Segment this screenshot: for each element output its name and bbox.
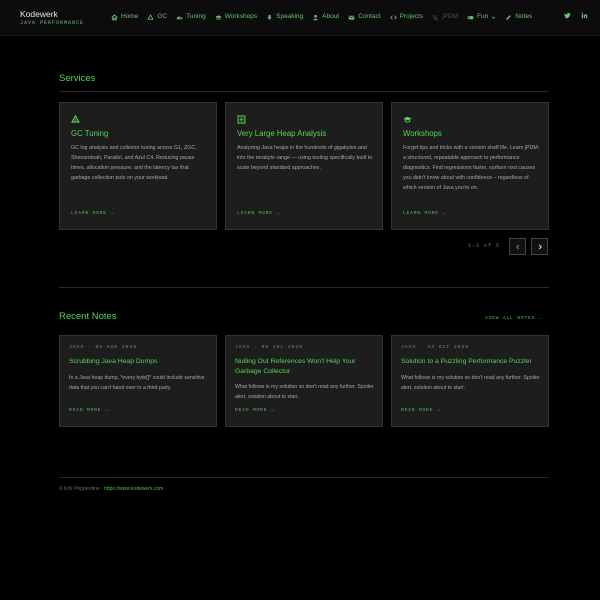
graduation-cap-icon <box>403 116 412 123</box>
note-description: In a Java heap dump, *every byte[]* coul… <box>69 375 205 391</box>
service-card-large-heap[interactable]: Very Large Heap Analysis Analyzing Java … <box>225 102 383 230</box>
pagination-status: 1–3 of 5 <box>468 243 501 249</box>
nav-item-about[interactable]: About <box>312 12 339 22</box>
note-title[interactable]: Solution to a Puzzling Performance Puzzl… <box>401 357 541 367</box>
nav-item-label: Contact <box>358 13 381 20</box>
chevron-right-icon <box>538 244 542 249</box>
envelope-icon <box>348 15 355 20</box>
note-title[interactable]: Nulling Out References Won't Help Your G… <box>235 357 375 377</box>
nav-item-label: GC <box>157 13 168 20</box>
nav-item-gc[interactable]: GC <box>147 12 167 22</box>
service-title: Very Large Heap Analysis <box>237 129 327 138</box>
read-more-link[interactable]: READ MORE → <box>235 408 274 413</box>
nav-item-contact[interactable]: Contact <box>348 12 381 22</box>
nav-item-fun[interactable]: Fun <box>467 12 496 22</box>
user-icon <box>313 14 319 20</box>
previous-page-button[interactable] <box>509 238 526 255</box>
home-icon <box>111 13 118 20</box>
learn-more-link[interactable]: LEARN MORE → <box>71 211 114 216</box>
service-description: GC log analysis and collector tuning acr… <box>71 145 197 181</box>
nav-item-label: Workshops <box>224 13 258 20</box>
divider <box>59 477 549 478</box>
nav-item-jpdm[interactable]: jPDM <box>432 12 458 22</box>
services-heading: Services <box>59 73 96 84</box>
note-meta: JAVA · 09 AUG 2026 <box>69 345 138 350</box>
navbar: Kodewerk JAVA PERFORMANCE Home GC Tuning… <box>0 0 600 36</box>
note-card[interactable]: JAVA · 09 AUG 2026 Scrubbing Java Heap D… <box>59 335 217 427</box>
recycle-icon <box>147 13 155 20</box>
main-nav: Home GC Tuning Workshops Speaking About … <box>111 12 532 22</box>
view-all-notes-link[interactable]: VIEW ALL NOTES → <box>485 316 542 321</box>
nav-item-label: Projects <box>399 13 424 20</box>
twitter-icon[interactable] <box>564 12 571 19</box>
service-title: Workshops <box>403 129 442 138</box>
nav-item-projects[interactable]: Projects <box>389 12 424 22</box>
nav-item-tuning[interactable]: Tuning <box>176 12 206 22</box>
learn-more-link[interactable]: LEARN MORE → <box>237 211 280 216</box>
note-description: What follows is my solution so don't rea… <box>401 375 540 391</box>
note-card[interactable]: JAVA · 05 JUL 2026 Nulling Out Reference… <box>225 335 383 427</box>
divider <box>59 91 549 92</box>
footer: © Kirk Pepperdine · https://www.kodewerk… <box>59 486 163 492</box>
chevron-down-icon <box>491 16 496 19</box>
footer-website-link[interactable]: https://www.kodewerk.com <box>104 486 163 492</box>
nav-item-label: Fun <box>477 13 489 20</box>
service-card-workshops[interactable]: Workshops Forget tips and tricks with a … <box>391 102 549 230</box>
learn-more-link[interactable]: LEARN MORE → <box>403 211 446 216</box>
nav-item-label: jPDM <box>442 13 459 20</box>
brand-title: Kodewerk <box>20 9 58 19</box>
read-more-link[interactable]: READ MORE → <box>69 408 108 413</box>
note-description: What follows is my solution so don't rea… <box>235 384 374 400</box>
nav-item-label: About <box>322 13 340 20</box>
service-card-gc-tuning[interactable]: GC Tuning GC log analysis and collector … <box>59 102 217 230</box>
next-page-button[interactable] <box>531 238 548 255</box>
nav-item-home[interactable]: Home <box>111 12 138 22</box>
brand-logo[interactable]: Kodewerk JAVA PERFORMANCE <box>20 9 84 26</box>
footer-copyright: © Kirk Pepperdine · <box>59 486 105 492</box>
social-links <box>564 12 588 19</box>
nav-item-label: Tuning <box>186 13 206 20</box>
read-more-link[interactable]: READ MORE → <box>401 408 440 413</box>
gamepad-icon <box>467 15 474 19</box>
recent-notes-heading: Recent Notes <box>59 311 117 322</box>
nav-item-notes[interactable]: Notes <box>505 12 532 22</box>
nav-item-label: Notes <box>515 13 533 20</box>
nav-item-workshops[interactable]: Workshops <box>215 12 257 22</box>
linkedin-icon[interactable] <box>581 12 588 19</box>
service-description: Forget tips and tricks with a version sh… <box>403 145 540 191</box>
divider <box>59 287 549 288</box>
stethoscope-icon <box>433 14 439 20</box>
pencil-icon <box>506 14 512 20</box>
database-icon <box>237 115 246 124</box>
note-meta: JAVA · 13 OCT 2025 <box>401 345 470 350</box>
brand-subtitle: JAVA PERFORMANCE <box>20 20 85 26</box>
service-title: GC Tuning <box>71 129 109 138</box>
note-card[interactable]: JAVA · 13 OCT 2025 Solution to a Puzzlin… <box>391 335 549 427</box>
nav-item-label: Speaking <box>276 13 304 20</box>
code-icon <box>389 14 397 20</box>
nav-item-speaking[interactable]: Speaking <box>266 12 303 22</box>
graduation-cap-icon <box>215 14 222 20</box>
note-title[interactable]: Scrubbing Java Heap Dumps <box>69 357 209 367</box>
chevron-left-icon <box>515 244 519 249</box>
recycle-icon <box>71 115 80 123</box>
tachometer-icon <box>176 15 183 19</box>
microphone-icon <box>267 14 272 20</box>
note-meta: JAVA · 05 JUL 2026 <box>235 345 304 350</box>
service-description: Analyzing Java heaps in the hundreds of … <box>237 145 373 171</box>
nav-item-label: Home <box>121 13 139 20</box>
